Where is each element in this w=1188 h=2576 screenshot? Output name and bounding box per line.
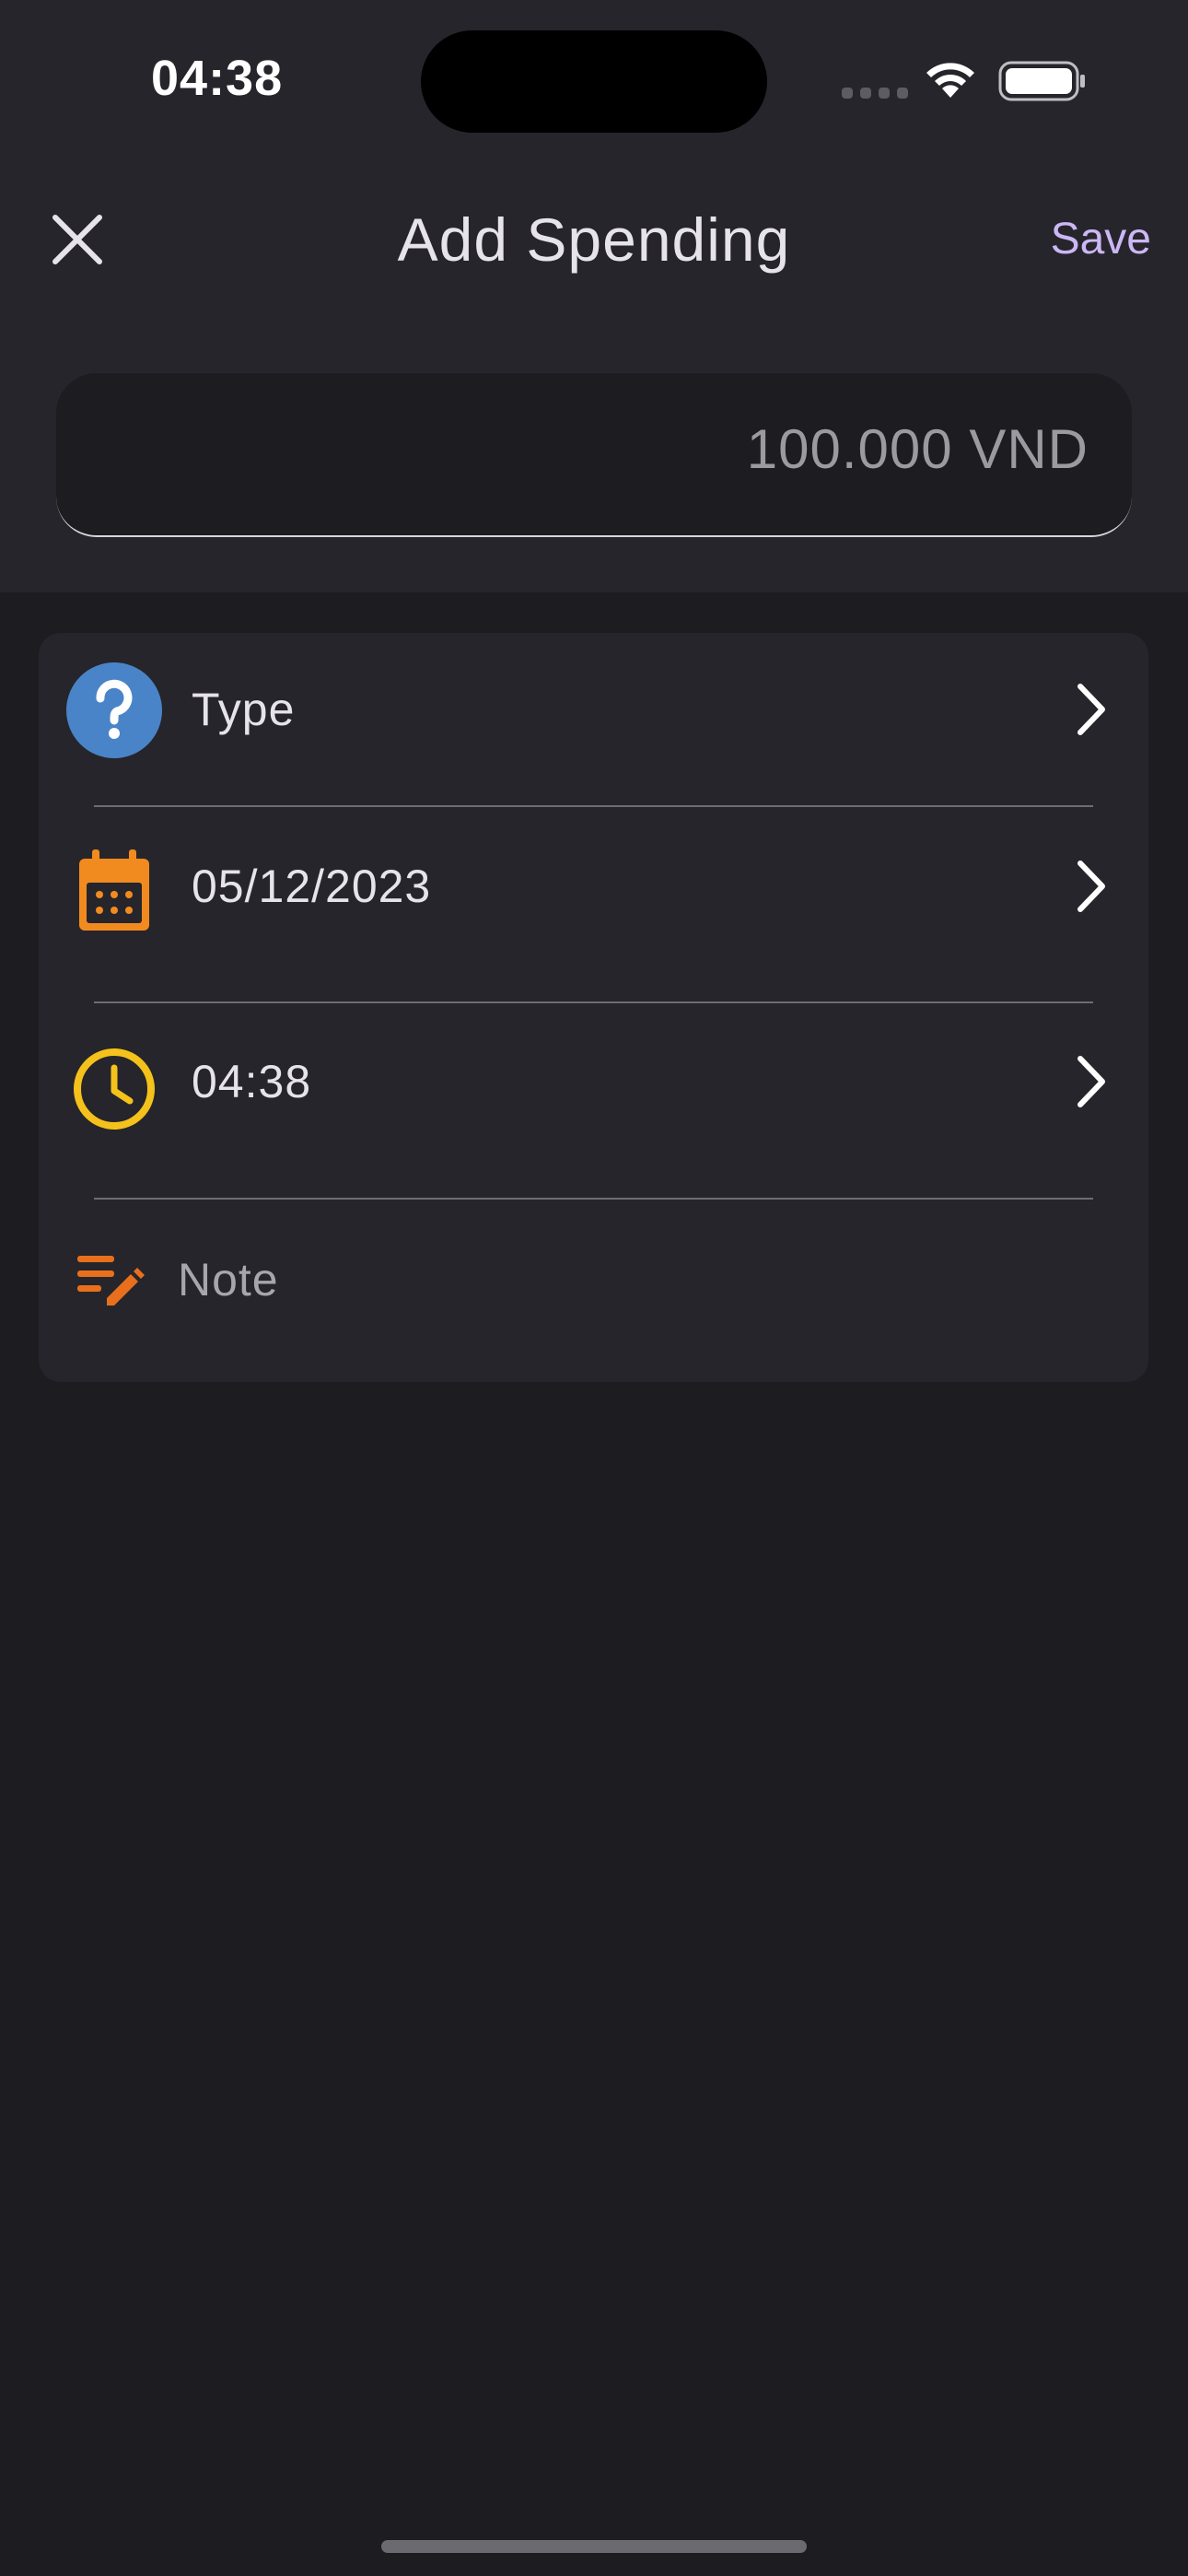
divider (94, 805, 1093, 807)
chevron-right-icon (1077, 684, 1105, 735)
amount-value: 100.000 VND (746, 418, 1089, 480)
type-row[interactable]: Type (39, 633, 1148, 808)
time-value: 04:38 (192, 1056, 312, 1107)
calendar-icon (65, 842, 163, 940)
cellular-signal-icon (842, 88, 908, 99)
date-row[interactable]: 05/12/2023 (39, 808, 1148, 983)
home-indicator[interactable] (381, 2540, 807, 2553)
battery-icon (998, 61, 1085, 101)
note-field[interactable]: Note (39, 1223, 1148, 1342)
note-placeholder: Note (178, 1254, 279, 1306)
chevron-right-icon (1077, 1056, 1105, 1107)
page-title: Add Spending (397, 205, 791, 274)
edit-note-icon (77, 1256, 145, 1306)
spending-form-card: Type 05/12/2023 04:38 Note (39, 633, 1148, 1382)
divider (94, 1198, 1093, 1200)
chevron-right-icon (1077, 861, 1105, 912)
save-button[interactable]: Save (1051, 210, 1151, 269)
clock-icon (65, 1040, 163, 1138)
dynamic-island (421, 30, 767, 133)
date-value: 05/12/2023 (192, 861, 432, 912)
status-time: 04:38 (151, 51, 284, 106)
wifi-icon (926, 63, 974, 98)
amount-input[interactable]: 100.000 VND (56, 373, 1132, 537)
type-label: Type (192, 684, 296, 735)
question-icon (65, 662, 163, 759)
time-row[interactable]: 04:38 (39, 1003, 1148, 1178)
